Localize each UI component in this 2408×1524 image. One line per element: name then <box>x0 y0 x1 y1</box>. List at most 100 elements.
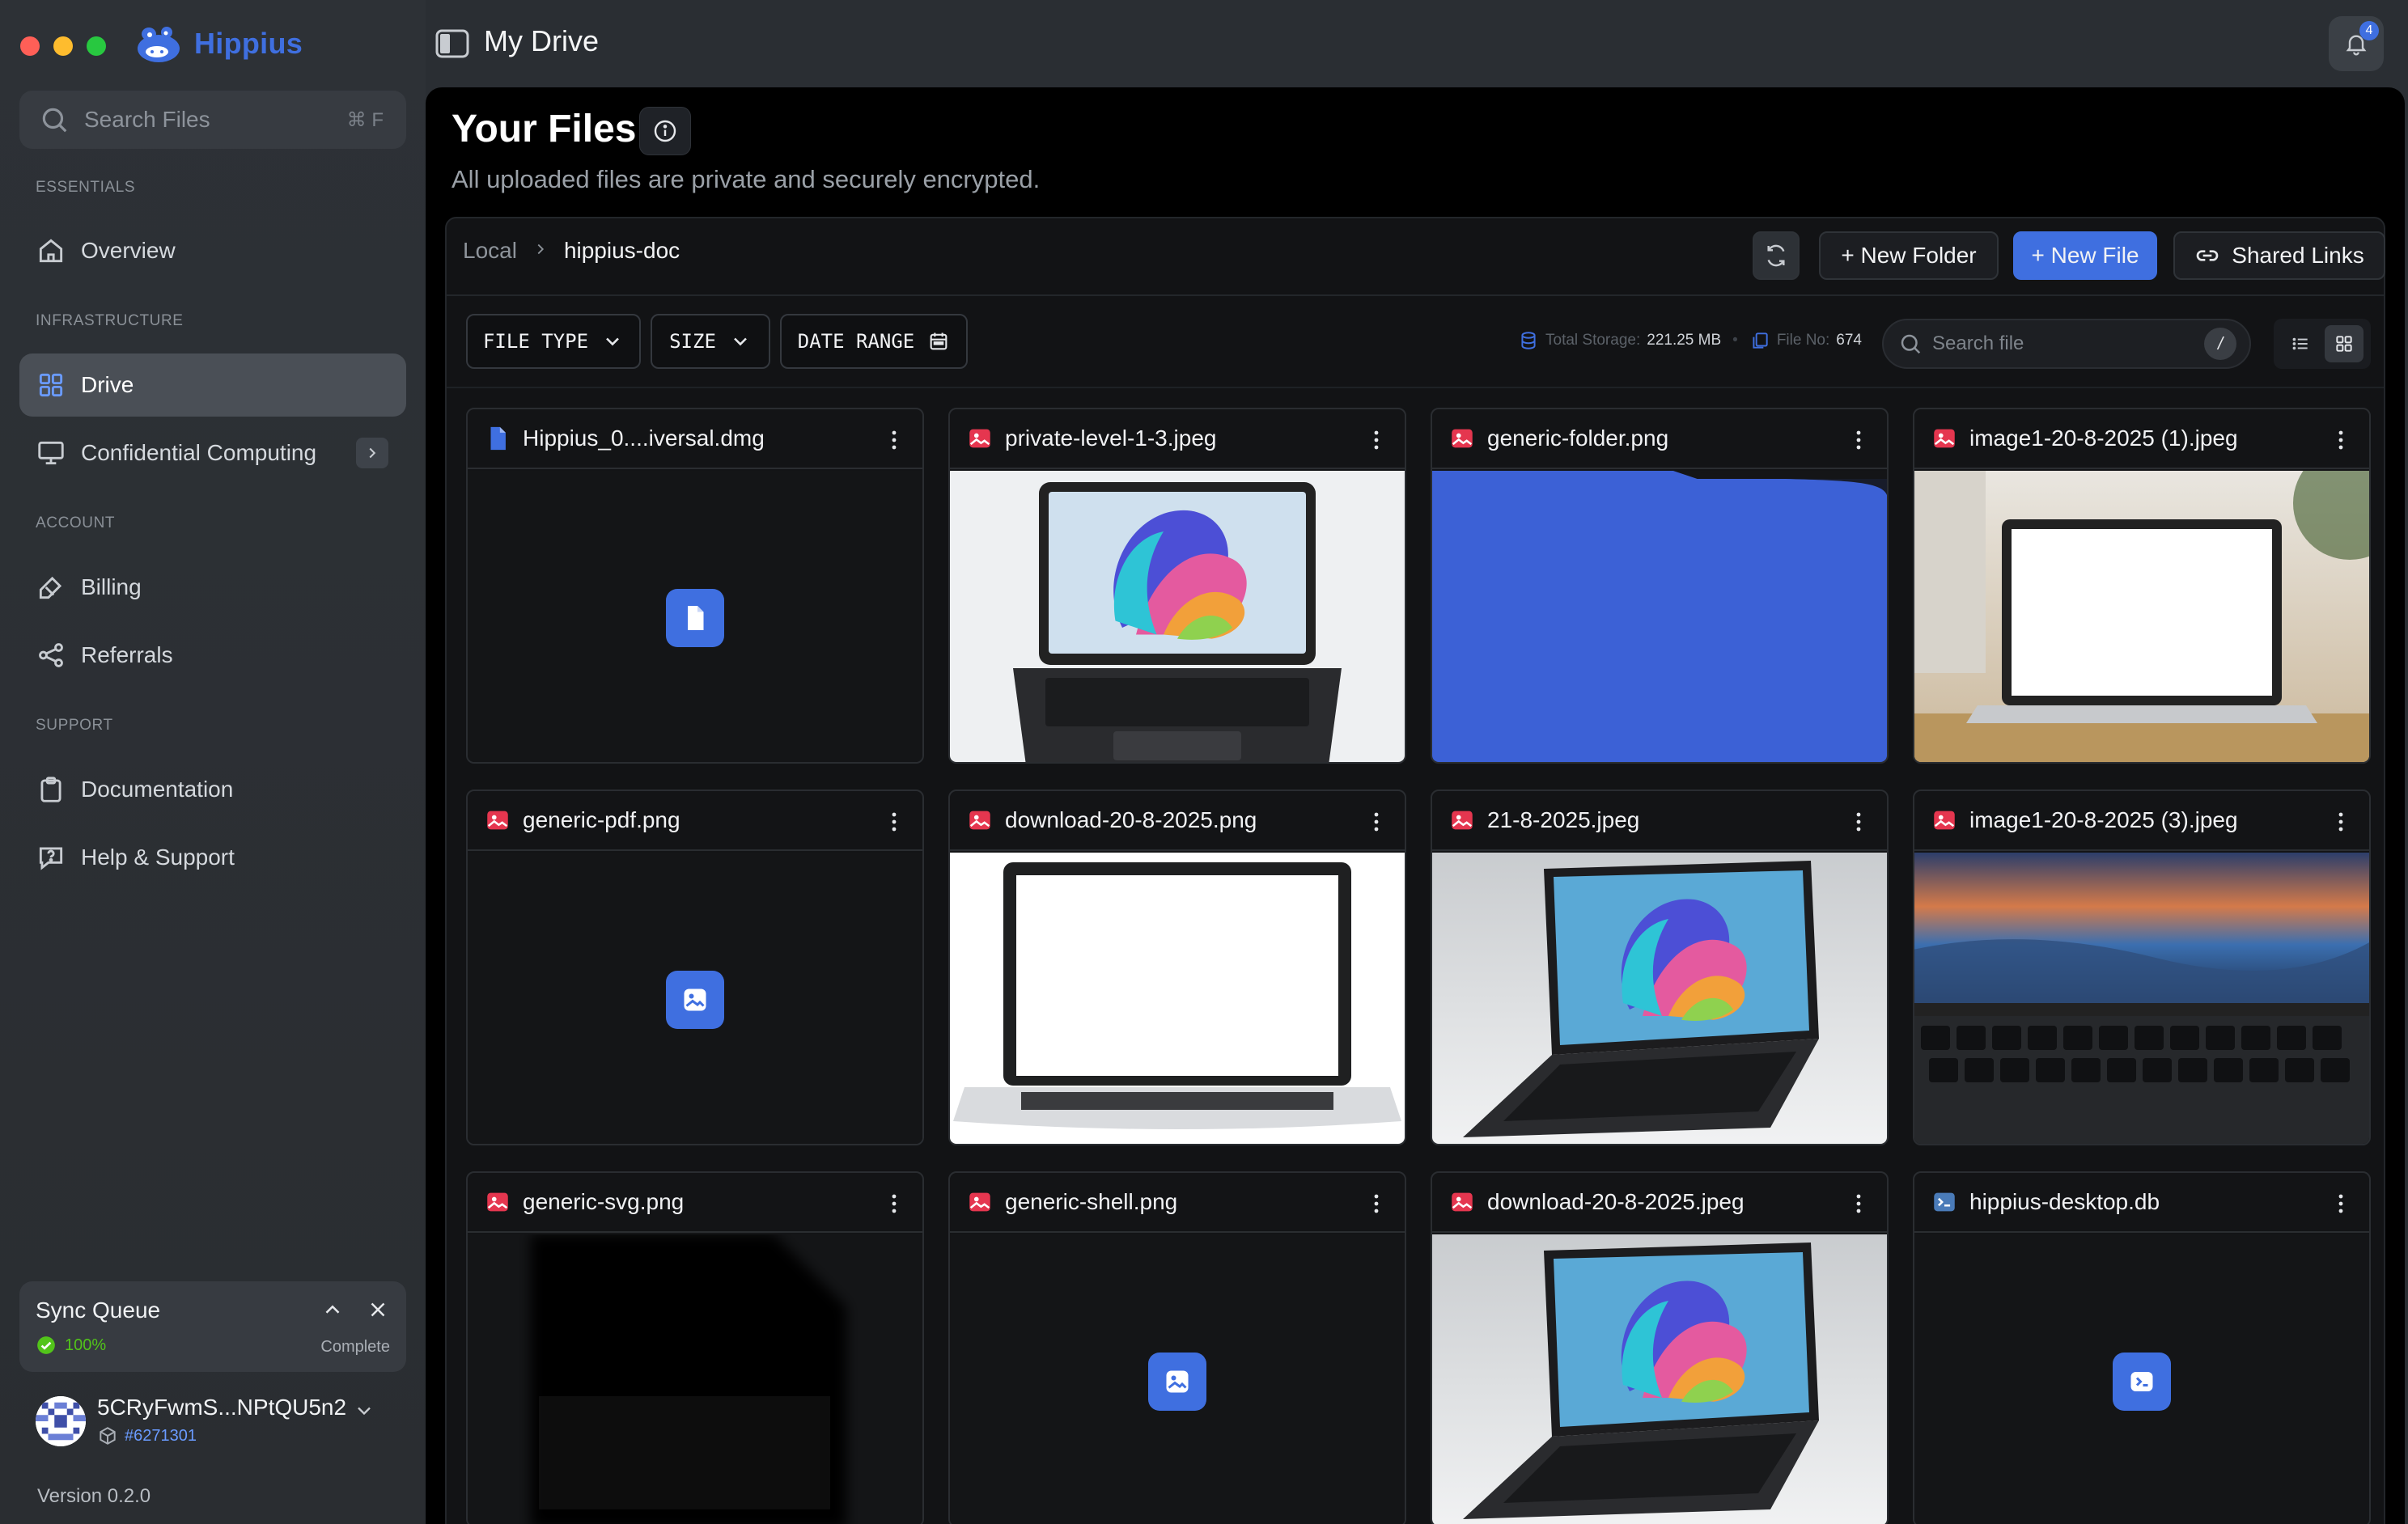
storage-stats: Total Storage: 221.25 MB • File No: 674 <box>1518 330 1862 351</box>
image-file-icon <box>969 811 990 830</box>
image-icon <box>1166 1370 1189 1393</box>
image-file-icon <box>1934 811 1955 830</box>
file-card[interactable]: generic-folder.png <box>1431 408 1889 764</box>
file-card[interactable]: image1-20-8-2025 (3).jpeg <box>1913 790 2371 1145</box>
file-card[interactable]: download-20-8-2025.jpeg <box>1431 1171 1889 1524</box>
file-card[interactable]: 21-8-2025.jpeg <box>1431 790 1889 1145</box>
more-options-icon[interactable] <box>1366 811 1387 833</box>
file-search: / <box>1882 319 2251 369</box>
file-preview <box>468 471 922 762</box>
chevron-down-icon <box>358 1407 371 1416</box>
file-preview <box>468 1234 922 1524</box>
more-options-icon[interactable] <box>884 429 905 451</box>
file-card[interactable]: Hippius_0....iversal.dmg <box>466 408 924 764</box>
database-icon <box>1521 332 1536 349</box>
sidebar-item-referrals[interactable]: Referrals <box>19 624 406 687</box>
more-options-icon[interactable] <box>1848 811 1869 833</box>
account-switcher[interactable]: 5CRyFwmS...NPtQU5n2 #6271301 <box>36 1393 392 1450</box>
expand-chevron-button[interactable] <box>356 438 388 468</box>
image-file-icon <box>487 811 508 830</box>
file-preview <box>468 853 922 1144</box>
zoom-window-button[interactable] <box>87 36 106 56</box>
close-window-button[interactable] <box>20 36 40 56</box>
notifications-button[interactable]: 4 <box>2329 16 2384 71</box>
share-icon <box>39 643 63 667</box>
more-options-icon[interactable] <box>1366 429 1387 451</box>
sync-status: Complete <box>320 1338 390 1356</box>
file-card-header: private-level-1-3.jpeg <box>950 409 1405 469</box>
date-range-filter[interactable]: DATE RANGE <box>780 314 968 369</box>
grid-icon <box>2336 336 2352 352</box>
sidebar-item-label: Help & Support <box>81 845 235 870</box>
sidebar-item-label: Confidential Computing <box>81 440 317 465</box>
chevron-right-icon <box>369 447 376 459</box>
size-filter[interactable]: SIZE <box>651 314 770 369</box>
cube-icon <box>100 1427 116 1445</box>
image-file-icon <box>969 1192 990 1212</box>
sidebar-item-confidential-computing[interactable]: Confidential Computing <box>19 421 406 485</box>
file-type-filter[interactable]: FILE TYPE <box>466 314 641 369</box>
page-title: Your Files <box>451 108 637 150</box>
grid-view-button[interactable] <box>2325 325 2363 362</box>
file-card[interactable]: private-level-1-3.jpeg <box>948 408 1406 764</box>
new-file-button[interactable]: + New File <box>2013 231 2157 280</box>
file-card-header: 21-8-2025.jpeg <box>1432 791 1887 851</box>
file-card[interactable]: generic-shell.png <box>948 1171 1406 1524</box>
file-card[interactable]: image1-20-8-2025 (1).jpeg <box>1913 408 2371 764</box>
more-options-icon[interactable] <box>2330 811 2351 833</box>
file-preview <box>1432 853 1887 1144</box>
file-name: private-level-1-3.jpeg <box>1005 425 1217 451</box>
files-icon <box>1753 332 1768 349</box>
sidebar-toggle-icon[interactable] <box>435 29 469 58</box>
check-circle-icon <box>37 1336 55 1354</box>
file-card[interactable]: generic-pdf.png <box>466 790 924 1145</box>
sidebar-item-documentation[interactable]: Documentation <box>19 758 406 821</box>
refresh-icon <box>1767 244 1785 267</box>
more-options-icon[interactable] <box>884 1192 905 1215</box>
breadcrumb-root[interactable]: Local <box>463 238 517 264</box>
sidebar-item-help-support[interactable]: Help & Support <box>19 826 406 889</box>
document-icon <box>688 606 704 630</box>
sidebar-item-billing[interactable]: Billing <box>19 556 406 619</box>
file-card[interactable]: hippius-desktop.db <box>1913 1171 2371 1524</box>
file-card-header: hippius-desktop.db <box>1914 1173 2369 1233</box>
image-file-icon <box>1452 1192 1473 1212</box>
shared-links-button[interactable]: Shared Links <box>2173 231 2385 280</box>
stats-separator: • <box>1732 332 1738 349</box>
file-card-header: download-20-8-2025.jpeg <box>1432 1173 1887 1233</box>
image-file-icon <box>1934 429 1955 448</box>
account-id-value: #6271301 <box>125 1426 197 1445</box>
file-card[interactable]: download-20-8-2025.png <box>948 790 1406 1145</box>
more-options-icon[interactable] <box>884 811 905 833</box>
new-folder-button[interactable]: + New Folder <box>1819 231 1999 280</box>
image-file-icon <box>487 1192 508 1212</box>
laptop-swirl-angle-preview <box>1432 1234 1887 1524</box>
more-options-icon[interactable] <box>1848 429 1869 451</box>
minimize-window-button[interactable] <box>53 36 73 56</box>
info-button[interactable] <box>639 107 691 155</box>
file-preview <box>1914 853 2369 1144</box>
file-card[interactable]: generic-svg.png <box>466 1171 924 1524</box>
more-options-icon[interactable] <box>1366 1192 1387 1215</box>
chevron-up-icon[interactable] <box>320 1298 345 1322</box>
list-view-button[interactable] <box>2281 325 2320 362</box>
file-search-input[interactable] <box>1932 332 2204 355</box>
file-name: hippius-desktop.db <box>1969 1189 2160 1214</box>
card-icon <box>39 576 62 599</box>
more-options-icon[interactable] <box>2330 1192 2351 1215</box>
section-infrastructure: INFRASTRUCTURE <box>36 312 184 329</box>
filter-divider <box>447 387 2384 388</box>
sidebar-item-drive[interactable]: Drive <box>19 353 406 417</box>
more-options-icon[interactable] <box>2330 429 2351 451</box>
laptop-white-screen-preview <box>950 853 1405 1144</box>
sidebar: Hippius Search Files ⌘ F ESSENTIALS Over… <box>0 0 426 1524</box>
close-icon[interactable] <box>366 1298 390 1322</box>
more-options-icon[interactable] <box>1848 1192 1869 1215</box>
search-shortcut: ⌘ F <box>346 108 384 131</box>
window-title: My Drive <box>484 24 599 57</box>
file-card-header: generic-svg.png <box>468 1173 922 1233</box>
list-icon <box>2292 337 2308 350</box>
sidebar-search[interactable]: Search Files ⌘ F <box>19 91 406 149</box>
refresh-button[interactable] <box>1753 231 1800 280</box>
sidebar-item-overview[interactable]: Overview <box>19 219 406 282</box>
